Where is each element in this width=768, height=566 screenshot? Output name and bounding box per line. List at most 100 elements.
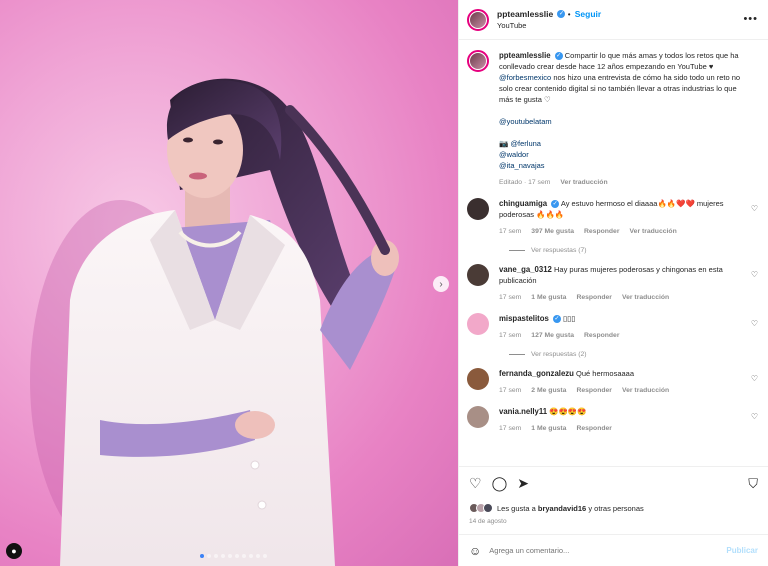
mention-forbes[interactable]: @forbesmexico xyxy=(499,73,551,82)
carousel-dot xyxy=(235,554,239,558)
caption-avatar[interactable] xyxy=(467,50,489,72)
comment-item: fernanda_gonzalezu Qué hermosaaaa 17 sem… xyxy=(467,368,758,396)
comment-time[interactable]: 17 sem xyxy=(499,292,521,303)
next-image-button[interactable]: › xyxy=(433,276,449,292)
commenter-avatar[interactable] xyxy=(467,264,489,286)
verified-badge-icon: ✓ xyxy=(551,200,560,209)
caption-username[interactable]: ppteamlesslie xyxy=(499,51,551,60)
post-header: ppteamlesslie ✓ • Seguir YouTube ••• xyxy=(459,0,768,40)
comment-likes[interactable]: 1 Me gusta xyxy=(531,423,566,434)
mention-waldor[interactable]: @waldor xyxy=(499,150,529,159)
post-side-panel: ppteamlesslie ✓ • Seguir YouTube ••• ppt… xyxy=(458,0,768,566)
mention-ferluna[interactable]: @ferluna xyxy=(510,139,541,148)
comment-likes[interactable]: 2 Me gusta xyxy=(531,385,566,396)
commenter-username[interactable]: vane_ga_0312 xyxy=(499,265,552,274)
like-heart-icon[interactable]: ♡ xyxy=(469,475,482,492)
likes-user[interactable]: bryandavid16 xyxy=(538,504,586,513)
commenter-username[interactable]: mispastelitos xyxy=(499,314,549,323)
author-avatar[interactable] xyxy=(467,8,489,31)
carousel-dot xyxy=(256,554,260,558)
comment-time[interactable]: 17 sem xyxy=(499,423,521,434)
like-comment-heart-icon[interactable]: ♡ xyxy=(751,374,758,383)
view-replies-label: Ver respuestas (2) xyxy=(531,351,587,358)
commenter-avatar[interactable] xyxy=(467,368,489,390)
reply-button[interactable]: Responder xyxy=(576,292,612,303)
likes-suffix[interactable]: y otras personas xyxy=(588,504,643,513)
commenter-avatar[interactable] xyxy=(467,406,489,428)
reply-button[interactable]: Responder xyxy=(584,226,620,237)
share-send-icon[interactable]: ➤ xyxy=(517,475,529,492)
translate-link[interactable]: Ver traducción xyxy=(630,226,677,237)
mention-youtube[interactable]: @youtubelatam xyxy=(499,117,552,126)
camera-icon: 📷 xyxy=(499,139,509,148)
instagram-post-window: › ● ppteamlesslie ✓ • Seguir YouTube ••• xyxy=(0,0,768,566)
caption-meta: Editado · 17 sem xyxy=(499,179,551,186)
like-comment-heart-icon[interactable]: ♡ xyxy=(751,412,758,421)
comment-item: mispastelitos ✓ ▯▯▯ 17 sem 127 Me gusta … xyxy=(467,313,758,341)
save-bookmark-icon[interactable]: ⛉ xyxy=(748,476,758,492)
comment-item: chinguamiga ✓ Ay estuvo hermoso el diaaa… xyxy=(467,198,758,237)
carousel-dot xyxy=(200,554,204,558)
verified-badge-icon: ✓ xyxy=(557,10,566,19)
view-replies-label: Ver respuestas (7) xyxy=(531,247,587,254)
follow-button[interactable]: Seguir xyxy=(575,9,601,19)
woman-photo xyxy=(30,78,399,566)
comments-list[interactable]: ppteamlesslie ✓ Compartir lo que más ama… xyxy=(459,40,768,466)
carousel-dot xyxy=(207,554,211,558)
reply-button[interactable]: Responder xyxy=(576,385,612,396)
action-bar: ♡ ◯ ➤ ⛉ xyxy=(459,466,768,500)
translate-link[interactable]: Ver traducción xyxy=(622,292,669,303)
view-replies-link[interactable]: Ver respuestas (7) xyxy=(509,247,758,254)
author-username[interactable]: ppteamlesslie xyxy=(497,9,553,19)
tagged-users-icon[interactable]: ● xyxy=(6,543,22,559)
carousel-dots xyxy=(200,554,267,558)
carousel-dot xyxy=(263,554,267,558)
post-location[interactable]: YouTube xyxy=(497,20,601,31)
post-date: 14 de agosto xyxy=(469,518,507,525)
carousel-dot xyxy=(228,554,232,558)
carousel-dot xyxy=(221,554,225,558)
like-comment-heart-icon[interactable]: ♡ xyxy=(751,204,758,213)
post-comment-button[interactable]: Publicar xyxy=(726,546,758,555)
likes-prefix: Les gusta a xyxy=(497,503,536,513)
commenter-username[interactable]: fernanda_gonzalezu xyxy=(499,369,574,378)
verified-badge-icon: ✓ xyxy=(554,52,563,61)
carousel-dot xyxy=(249,554,253,558)
commenter-username[interactable]: vania.nelly11 xyxy=(499,407,547,416)
comment-item: vane_ga_0312 Hay puras mujeres poderosas… xyxy=(467,264,758,303)
comment-time[interactable]: 17 sem xyxy=(499,330,521,341)
commenter-username[interactable]: chinguamiga xyxy=(499,199,547,208)
comment-item: vania.nelly11 😍😍😍😍 17 sem 1 Me gusta Res… xyxy=(467,406,758,434)
commenter-avatar[interactable] xyxy=(467,313,489,335)
separator: • xyxy=(567,9,571,19)
add-comment-bar: ☺ Publicar xyxy=(459,534,768,566)
carousel-dot xyxy=(214,554,218,558)
reply-button[interactable]: Responder xyxy=(576,423,612,434)
mention-ita[interactable]: @ita_navajas xyxy=(499,161,545,170)
emoji-smiley-icon[interactable]: ☺ xyxy=(469,544,481,558)
comment-likes[interactable]: 127 Me gusta xyxy=(531,330,574,341)
verified-badge-icon: ✓ xyxy=(552,315,561,324)
like-comment-heart-icon[interactable]: ♡ xyxy=(751,270,758,279)
caption-translate-link[interactable]: Ver traducción xyxy=(560,177,607,188)
view-replies-link[interactable]: Ver respuestas (2) xyxy=(509,351,758,358)
comment-text: ▯▯▯ xyxy=(563,314,576,323)
liker-avatars xyxy=(469,503,493,513)
comment-bubble-icon[interactable]: ◯ xyxy=(492,475,508,492)
post-image[interactable]: › ● xyxy=(0,0,458,566)
commenter-avatar[interactable] xyxy=(467,198,489,220)
comment-likes[interactable]: 1 Me gusta xyxy=(531,292,566,303)
comment-text: Qué hermosaaaa xyxy=(576,369,634,378)
comment-text: 😍😍😍😍 xyxy=(549,407,587,416)
translate-link[interactable]: Ver traducción xyxy=(622,385,669,396)
likes-summary[interactable]: Les gusta a bryandavid16 y otras persona… xyxy=(459,500,768,516)
comment-time[interactable]: 17 sem xyxy=(499,385,521,396)
comment-likes[interactable]: 397 Me gusta xyxy=(531,226,574,237)
carousel-dot xyxy=(242,554,246,558)
comment-time[interactable]: 17 sem xyxy=(499,226,521,237)
caption: ppteamlesslie ✓ Compartir lo que más ama… xyxy=(467,50,758,188)
like-comment-heart-icon[interactable]: ♡ xyxy=(751,319,758,328)
reply-button[interactable]: Responder xyxy=(584,330,620,341)
more-options-icon[interactable]: ••• xyxy=(743,13,758,25)
comment-input[interactable] xyxy=(489,546,727,555)
